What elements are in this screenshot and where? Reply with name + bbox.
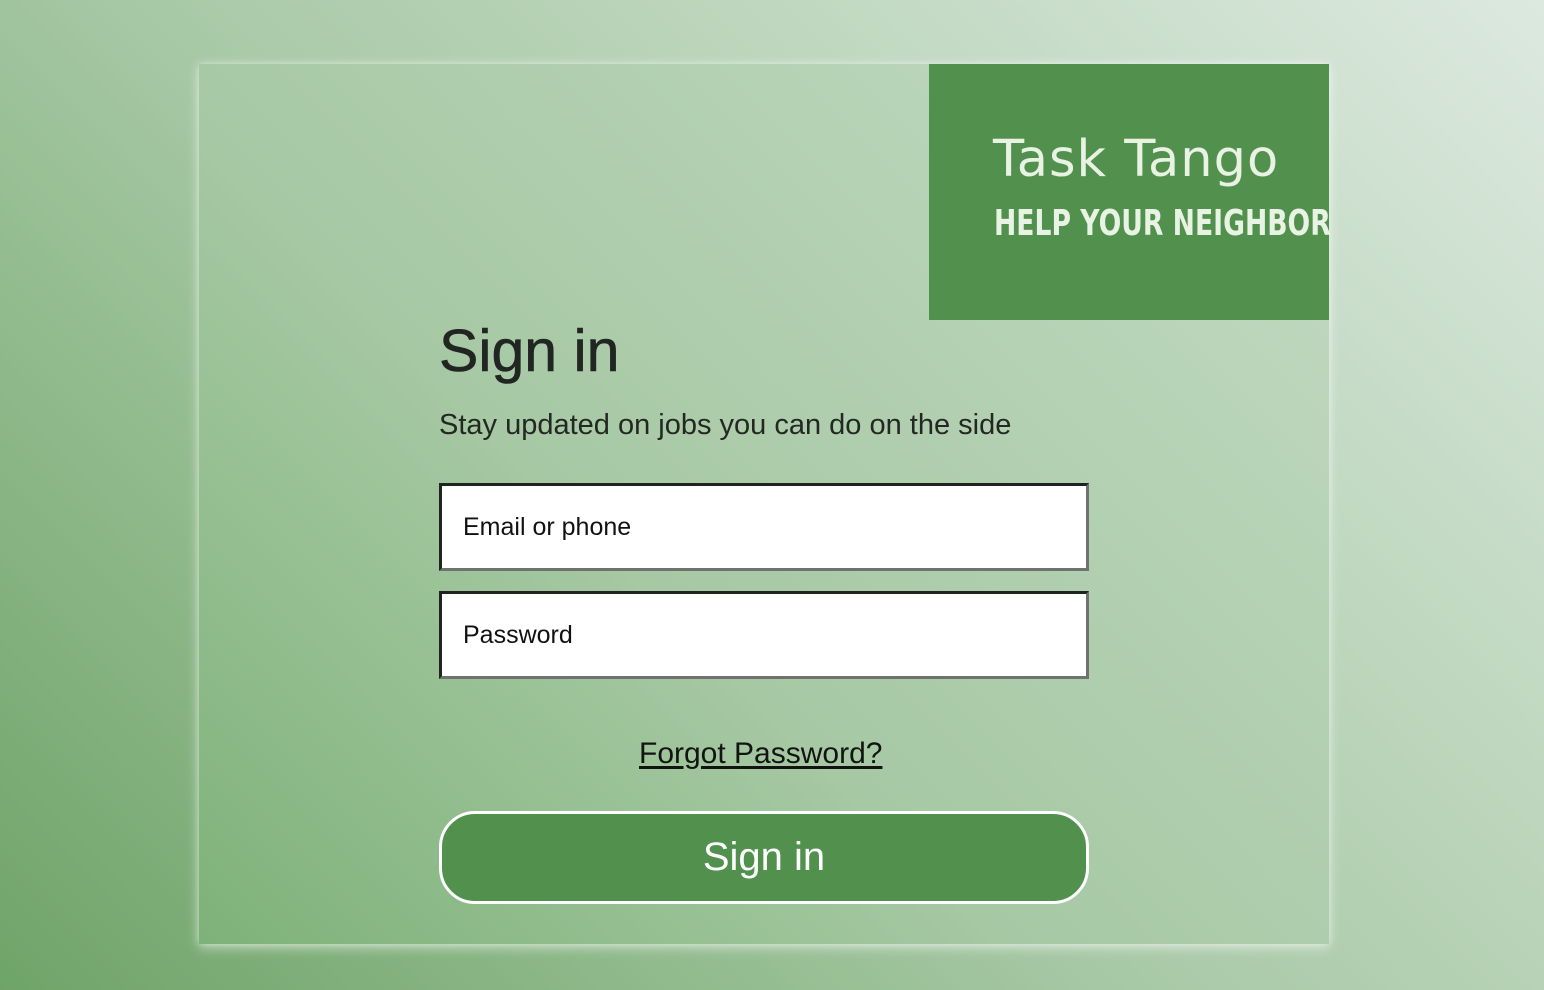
password-field[interactable] — [439, 591, 1089, 679]
page-subtitle: Stay updated on jobs you can do on the s… — [439, 409, 1012, 441]
email-field[interactable] — [439, 483, 1089, 571]
brand-tagline: HELP YOUR NEIGHBOR — [994, 203, 1331, 244]
forgot-password-link[interactable]: Forgot Password? — [639, 739, 882, 769]
signin-card: Task Tango HELP YOUR NEIGHBOR Sign in St… — [199, 64, 1331, 944]
brand-logo: Task Tango HELP YOUR NEIGHBOR — [929, 64, 1331, 320]
brand-name: Task Tango — [993, 130, 1280, 189]
page-title: Sign in — [439, 318, 620, 384]
sign-in-button[interactable]: Sign in — [439, 811, 1089, 904]
